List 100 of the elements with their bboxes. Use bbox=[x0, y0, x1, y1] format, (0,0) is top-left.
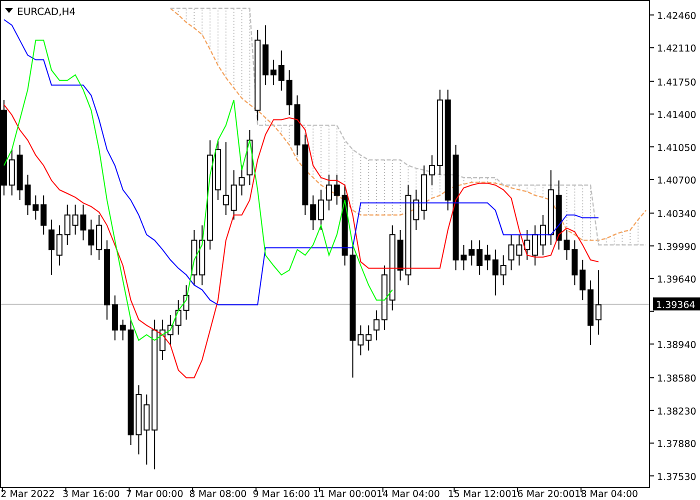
candle-wick bbox=[471, 240, 472, 266]
candle-body bbox=[310, 204, 316, 220]
candle-wick bbox=[27, 174, 28, 216]
price-label: 1.41400 bbox=[657, 110, 696, 122]
candle-body bbox=[413, 200, 420, 220]
candle-wick bbox=[494, 249, 496, 296]
candle-body bbox=[484, 254, 490, 260]
candle-body bbox=[492, 259, 498, 276]
candle-body bbox=[16, 154, 23, 190]
candle-wick bbox=[328, 174, 330, 211]
symbol-label: EURCAD,H4 bbox=[17, 7, 76, 18]
candle-body bbox=[421, 174, 428, 211]
candle-wick bbox=[35, 194, 36, 220]
candle-body bbox=[238, 177, 245, 186]
time-label: 3 Mar 16:00 bbox=[62, 489, 120, 500]
candle-wick bbox=[170, 314, 171, 346]
candle-body bbox=[389, 234, 396, 301]
candle-body bbox=[8, 159, 15, 186]
candle-wick bbox=[518, 234, 520, 266]
candle-wick bbox=[463, 244, 464, 271]
price-label: 1.39990 bbox=[657, 242, 696, 253]
candle-body bbox=[548, 189, 554, 236]
candle-wick bbox=[280, 50, 282, 92]
candle-wick bbox=[487, 244, 488, 271]
time-label: 2 Mar 2022 bbox=[0, 489, 55, 500]
candle-wick bbox=[51, 219, 52, 276]
candle-body bbox=[294, 104, 300, 146]
candle-body bbox=[160, 330, 166, 352]
price-label: 1.38580 bbox=[657, 374, 696, 385]
current-price-badge: 1.39364 bbox=[653, 297, 700, 311]
candle-wick bbox=[542, 214, 544, 256]
price-label: 1.39640 bbox=[657, 274, 696, 286]
candle-wick bbox=[320, 189, 322, 230]
candle-body bbox=[24, 184, 31, 206]
candle-body bbox=[72, 214, 78, 226]
price-label: 1.42460 bbox=[657, 10, 696, 22]
candle-body bbox=[32, 204, 39, 211]
price-label: 1.41750 bbox=[657, 77, 696, 88]
candle-body bbox=[580, 270, 586, 290]
candle-body bbox=[246, 140, 253, 176]
candle-wick bbox=[582, 259, 584, 301]
candle-body bbox=[199, 240, 206, 276]
candle-body bbox=[144, 404, 150, 431]
candle-body bbox=[366, 334, 372, 341]
candle-body bbox=[80, 214, 86, 230]
candle-body bbox=[556, 194, 562, 241]
candle-wick bbox=[479, 240, 480, 276]
candle-wick bbox=[502, 254, 504, 286]
candle-body bbox=[183, 294, 190, 311]
candle-wick bbox=[598, 270, 599, 336]
candle-body bbox=[191, 240, 198, 276]
price-label: 1.37880 bbox=[657, 439, 696, 450]
candle-wick bbox=[90, 219, 92, 256]
time-label: 11 Mar 00:00 bbox=[313, 489, 377, 500]
candle-wick bbox=[74, 204, 76, 236]
time-label: 9 Mar 16:00 bbox=[252, 489, 310, 500]
candle-body bbox=[254, 40, 261, 111]
candle-body bbox=[524, 240, 530, 250]
candle-wick bbox=[376, 310, 378, 341]
candle-body bbox=[429, 164, 435, 176]
candle-wick bbox=[312, 194, 314, 230]
price-label: 1.41050 bbox=[657, 142, 696, 154]
candle-body bbox=[540, 224, 546, 246]
dropdown-triangle-icon[interactable] bbox=[5, 8, 13, 13]
candle-body bbox=[286, 80, 292, 106]
candle-body bbox=[278, 64, 284, 81]
candle-wick bbox=[368, 324, 370, 352]
candle-wick bbox=[336, 174, 338, 206]
candle-body bbox=[88, 229, 94, 246]
candle-body bbox=[40, 204, 47, 226]
candle-wick bbox=[416, 189, 417, 230]
candle-wick bbox=[360, 324, 362, 356]
candle-body bbox=[215, 149, 221, 190]
time-label: 7 Mar 00:00 bbox=[126, 489, 184, 500]
candle-body bbox=[175, 310, 182, 326]
candle-body bbox=[222, 194, 229, 206]
candle-body bbox=[136, 394, 142, 436]
time-label: 16 Mar 20:00 bbox=[511, 489, 575, 500]
candle-body bbox=[112, 304, 118, 330]
candle-body bbox=[476, 249, 483, 266]
candle-body bbox=[572, 249, 578, 276]
price-label: 1.42110 bbox=[657, 44, 696, 55]
candle-wick bbox=[534, 224, 536, 266]
candle-body bbox=[230, 184, 237, 211]
candle-body bbox=[334, 184, 340, 196]
candle-wick bbox=[241, 164, 242, 196]
candle-wick bbox=[272, 59, 274, 86]
candle-body bbox=[564, 240, 570, 250]
candle-body bbox=[120, 324, 126, 330]
candle-body bbox=[436, 100, 443, 166]
candle-wick bbox=[510, 234, 512, 271]
time-label: 8 Mar 08:00 bbox=[189, 489, 247, 500]
time-label: 15 Mar 12:00 bbox=[448, 489, 512, 500]
candle-body bbox=[358, 334, 364, 346]
candle-body bbox=[96, 224, 102, 250]
candle-body bbox=[64, 214, 70, 236]
candle-wick bbox=[122, 319, 124, 341]
candle-wick bbox=[66, 204, 68, 246]
ref-line-label: 1.39364 bbox=[656, 300, 696, 311]
candle-body bbox=[500, 265, 506, 276]
